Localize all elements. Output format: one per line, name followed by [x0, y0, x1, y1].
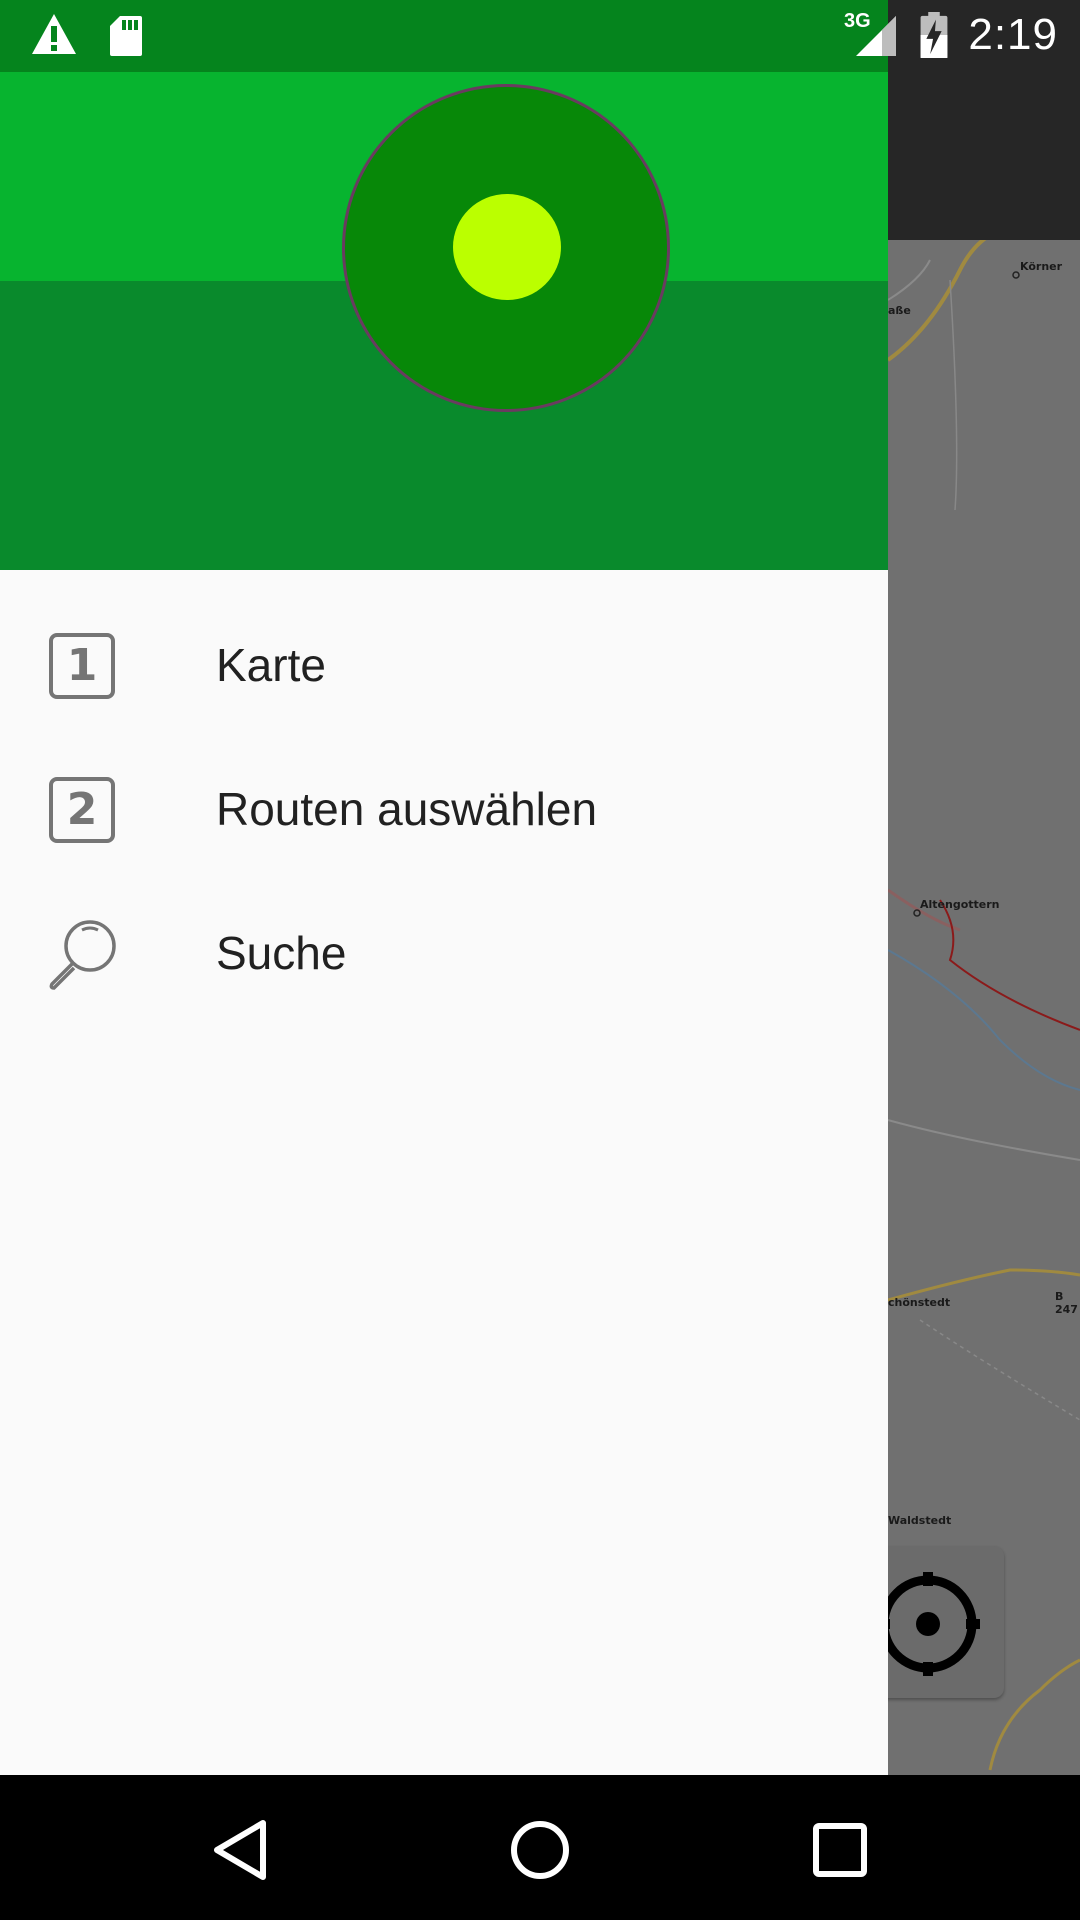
- search-icon: [49, 920, 116, 990]
- number-2-icon: 2: [46, 774, 118, 846]
- number-1-icon: 1: [46, 630, 118, 702]
- sd-card-icon: [110, 16, 142, 56]
- back-icon[interactable]: [205, 1815, 275, 1885]
- drawer-item-label: Karte: [216, 639, 326, 691]
- home-icon[interactable]: [505, 1815, 575, 1885]
- battery-charging-icon: [920, 12, 948, 58]
- clock: 2:19: [968, 10, 1058, 59]
- status-bar: 3G 2:19: [0, 0, 1080, 72]
- recents-icon[interactable]: [805, 1815, 875, 1885]
- warning-icon: [32, 14, 76, 54]
- drawer-item-label: Routen auswählen: [216, 783, 598, 835]
- drawer-item-label: Suche: [216, 927, 347, 979]
- drawer-item-routen-auswaehlen[interactable]: 2 Routen auswählen: [0, 738, 888, 882]
- logo-dot: [453, 194, 561, 300]
- drawer-header: [0, 72, 888, 570]
- navigation-drawer: 1 Karte 2 Routen auswählen Suche: [0, 72, 888, 1775]
- drawer-item-karte[interactable]: 1 Karte: [0, 594, 888, 738]
- app-logo: [342, 84, 670, 412]
- signal-icon: [856, 16, 896, 56]
- drawer-item-suche[interactable]: Suche: [0, 882, 888, 1026]
- system-navigation-bar: [0, 1775, 1080, 1920]
